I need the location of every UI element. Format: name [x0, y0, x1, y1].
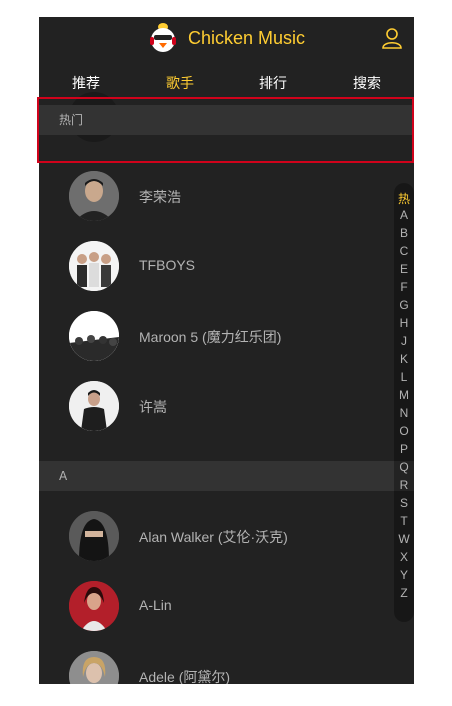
group-title-a: A [39, 461, 414, 491]
shortcut-letter[interactable]: Z [394, 586, 414, 600]
shortcut-letter[interactable]: X [394, 550, 414, 564]
list-item[interactable]: Maroon 5 (魔力红乐团) [39, 301, 399, 371]
shortcut-letter[interactable]: R [394, 478, 414, 492]
shortcut-letter[interactable]: A [394, 208, 414, 222]
shortcut-letter[interactable]: O [394, 424, 414, 438]
list-item[interactable]: 许嵩 [39, 371, 399, 441]
app-title: Chicken Music [188, 28, 306, 48]
shortcut-letter[interactable]: Q [394, 460, 414, 474]
list-item[interactable]: A-Lin [39, 571, 399, 641]
singer-name: Alan Walker (艾伦·沃克) [139, 529, 288, 545]
singer-avatar [69, 581, 119, 631]
singer-name: TFBOYS [139, 257, 196, 273]
shortcut-letter[interactable]: T [394, 514, 414, 528]
list-item[interactable]: 李荣浩 [39, 161, 399, 231]
singer-avatar [69, 241, 119, 291]
shortcut-letter[interactable]: H [394, 316, 414, 330]
shortcut-letter[interactable]: B [394, 226, 414, 240]
shortcut-letter[interactable]: F [394, 280, 414, 294]
singer-avatar [69, 651, 119, 684]
shortcut-letter[interactable]: S [394, 496, 414, 510]
shortcut-letter[interactable]: E [394, 262, 414, 276]
shortcut-letter[interactable]: M [394, 388, 414, 402]
singer-name: Adele (阿黛尔) [139, 669, 231, 684]
list-item[interactable]: Alan Walker (艾伦·沃克) [39, 501, 399, 571]
singer-avatar [69, 171, 119, 221]
shortcut-letter[interactable]: J [394, 334, 414, 348]
shortcut-letter[interactable]: N [394, 406, 414, 420]
group-title-hot: 热门 [39, 105, 414, 135]
user-center-button[interactable] [380, 26, 404, 50]
singer-list[interactable]: 热门 李荣浩 TFBOYS Maroon 5 (魔力红乐团) 许嵩 A Alan… [39, 92, 414, 684]
alphabet-shortcut-bar[interactable]: 热 A B C E F G H J K L M N O P Q R S T W … [394, 183, 414, 622]
list-item[interactable]: Adele (阿黛尔) [39, 641, 399, 684]
shortcut-letter[interactable]: P [394, 442, 414, 456]
shortcut-letter[interactable]: W [394, 532, 414, 546]
app-container: Chicken Music 推荐 歌手 排行 搜索 热门 李荣浩 TFBOYS … [39, 17, 414, 684]
chicken-logo-icon [148, 22, 178, 54]
user-icon [382, 28, 402, 49]
header: Chicken Music [39, 17, 414, 61]
shortcut-letter[interactable]: Y [394, 568, 414, 582]
list-item[interactable]: TFBOYS [39, 231, 399, 301]
shortcut-letter[interactable]: L [394, 370, 414, 384]
singer-name: A-Lin [139, 597, 172, 613]
singer-name: Maroon 5 (魔力红乐团) [139, 329, 282, 345]
shortcut-letter[interactable]: K [394, 352, 414, 366]
shortcut-letter[interactable]: C [394, 244, 414, 258]
singer-name: 许嵩 [139, 399, 167, 415]
singer-avatar [69, 311, 119, 361]
singer-avatar [69, 381, 119, 431]
shortcut-letter[interactable]: G [394, 298, 414, 312]
shortcut-hot[interactable]: 热 [394, 190, 414, 207]
singer-name: 李荣浩 [139, 189, 181, 205]
singer-avatar [69, 511, 119, 561]
